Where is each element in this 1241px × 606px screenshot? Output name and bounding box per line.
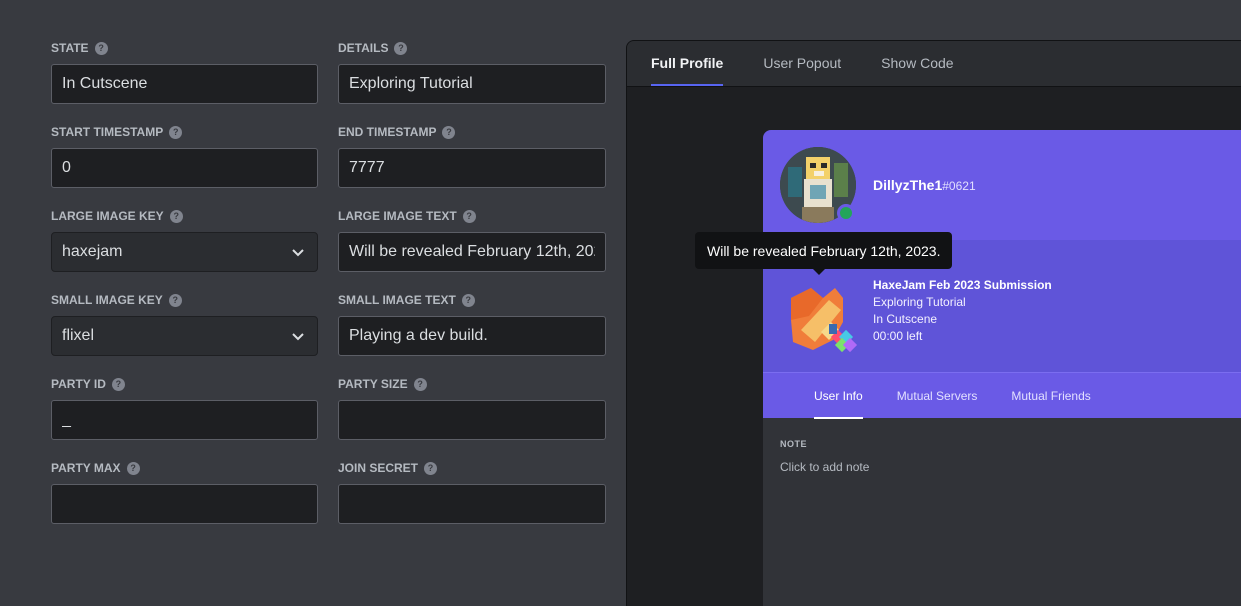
details-input[interactable] bbox=[338, 64, 606, 104]
large-image-key-label: LARGE IMAGE KEY bbox=[51, 209, 164, 223]
help-icon[interactable]: ? bbox=[462, 209, 476, 223]
details-label: DETAILS bbox=[338, 41, 389, 55]
small-image-key-select[interactable]: flixel bbox=[51, 316, 318, 356]
note-input[interactable]: Click to add note bbox=[780, 460, 869, 474]
help-icon[interactable]: ? bbox=[394, 41, 408, 55]
help-icon[interactable]: ? bbox=[169, 125, 183, 139]
discriminator: #0621 bbox=[942, 179, 976, 193]
help-icon[interactable]: ? bbox=[168, 293, 182, 307]
tab-mutual-servers[interactable]: Mutual Servers bbox=[897, 373, 978, 419]
party-id-field: PARTY ID ? bbox=[51, 372, 318, 456]
party-id-label: PARTY ID bbox=[51, 377, 106, 391]
help-icon[interactable]: ? bbox=[442, 125, 456, 139]
online-status-icon bbox=[837, 204, 855, 222]
party-size-label: PARTY SIZE bbox=[338, 377, 408, 391]
large-image-text-field: LARGE IMAGE TEXT ? bbox=[338, 204, 606, 288]
start-timestamp-label: START TIMESTAMP bbox=[51, 125, 164, 139]
haxejam-large-image[interactable] bbox=[789, 286, 859, 356]
start-timestamp-field: START TIMESTAMP ? bbox=[51, 120, 318, 204]
activity-text: HaxeJam Feb 2023 Submission Exploring Tu… bbox=[873, 277, 1052, 345]
help-icon[interactable]: ? bbox=[461, 293, 475, 307]
state-input[interactable] bbox=[51, 64, 318, 104]
note-title: NOTE bbox=[780, 439, 808, 449]
help-icon[interactable]: ? bbox=[413, 377, 427, 391]
preview-tabs: Full Profile User Popout Show Code bbox=[627, 41, 1241, 87]
profile-banner: DillyzThe1#0621 bbox=[763, 130, 1241, 240]
profile-preview-panel: Full Profile User Popout Show Code Dilly… bbox=[626, 40, 1241, 606]
activity-time: 00:00 left bbox=[873, 329, 923, 343]
party-max-field: PARTY MAX ? bbox=[51, 456, 318, 540]
help-icon[interactable]: ? bbox=[169, 209, 183, 223]
join-secret-input[interactable] bbox=[338, 484, 606, 524]
party-id-input[interactable] bbox=[51, 400, 318, 440]
activity-details: Exploring Tutorial bbox=[873, 295, 966, 309]
tab-user-info[interactable]: User Info bbox=[814, 373, 863, 419]
large-image-text-label: LARGE IMAGE TEXT bbox=[338, 209, 457, 223]
username-text: DillyzThe1 bbox=[873, 177, 943, 193]
small-image-text-input[interactable] bbox=[338, 316, 606, 356]
large-image-tooltip: Will be revealed February 12th, 2023. bbox=[695, 232, 953, 275]
activity-name: HaxeJam Feb 2023 Submission bbox=[873, 278, 1052, 292]
small-image-key-field: SMALL IMAGE KEY ? flixel bbox=[51, 288, 318, 372]
chevron-down-icon bbox=[292, 249, 304, 257]
activity-state: In Cutscene bbox=[873, 312, 938, 326]
help-icon[interactable]: ? bbox=[111, 377, 125, 391]
party-max-label: PARTY MAX bbox=[51, 461, 121, 475]
join-secret-label: JOIN SECRET bbox=[338, 461, 419, 475]
join-secret-field: JOIN SECRET ? bbox=[338, 456, 606, 540]
details-field: DETAILS ? bbox=[338, 36, 606, 120]
state-field: STATE ? bbox=[51, 36, 318, 120]
state-label: STATE bbox=[51, 41, 89, 55]
large-image-key-value: haxejam bbox=[62, 243, 123, 260]
tab-full-profile[interactable]: Full Profile bbox=[651, 41, 724, 86]
profile-card: DillyzThe1#0621 HaxeJam Feb 2023 Submiss… bbox=[763, 130, 1241, 606]
large-image-key-field: LARGE IMAGE KEY ? haxejam bbox=[51, 204, 318, 288]
help-icon[interactable]: ? bbox=[126, 461, 140, 475]
start-timestamp-input[interactable] bbox=[51, 148, 318, 188]
chevron-down-icon bbox=[292, 333, 304, 341]
help-icon[interactable]: ? bbox=[424, 461, 438, 475]
small-image-text-field: SMALL IMAGE TEXT ? bbox=[338, 288, 606, 372]
small-image-key-label: SMALL IMAGE KEY bbox=[51, 293, 163, 307]
party-max-input[interactable] bbox=[51, 484, 318, 524]
tab-show-code[interactable]: Show Code bbox=[881, 41, 953, 86]
profile-tabs: User Info Mutual Servers Mutual Friends bbox=[763, 372, 1241, 419]
rich-presence-form: STATE ? DETAILS ? START TIMESTAMP ? END … bbox=[51, 36, 606, 540]
help-icon[interactable]: ? bbox=[94, 41, 108, 55]
end-timestamp-label: END TIMESTAMP bbox=[338, 125, 437, 139]
tab-user-popout[interactable]: User Popout bbox=[763, 41, 841, 86]
small-image-text-label: SMALL IMAGE TEXT bbox=[338, 293, 456, 307]
small-image-key-value: flixel bbox=[62, 327, 95, 344]
large-image-key-select[interactable]: haxejam bbox=[51, 232, 318, 272]
party-size-field: PARTY SIZE ? bbox=[338, 372, 606, 456]
end-timestamp-field: END TIMESTAMP ? bbox=[338, 120, 606, 204]
party-size-input[interactable] bbox=[338, 400, 606, 440]
tab-mutual-friends[interactable]: Mutual Friends bbox=[1011, 373, 1090, 419]
username: DillyzThe1#0621 bbox=[873, 177, 976, 193]
end-timestamp-input[interactable] bbox=[338, 148, 606, 188]
large-image-text-input[interactable] bbox=[338, 232, 606, 272]
